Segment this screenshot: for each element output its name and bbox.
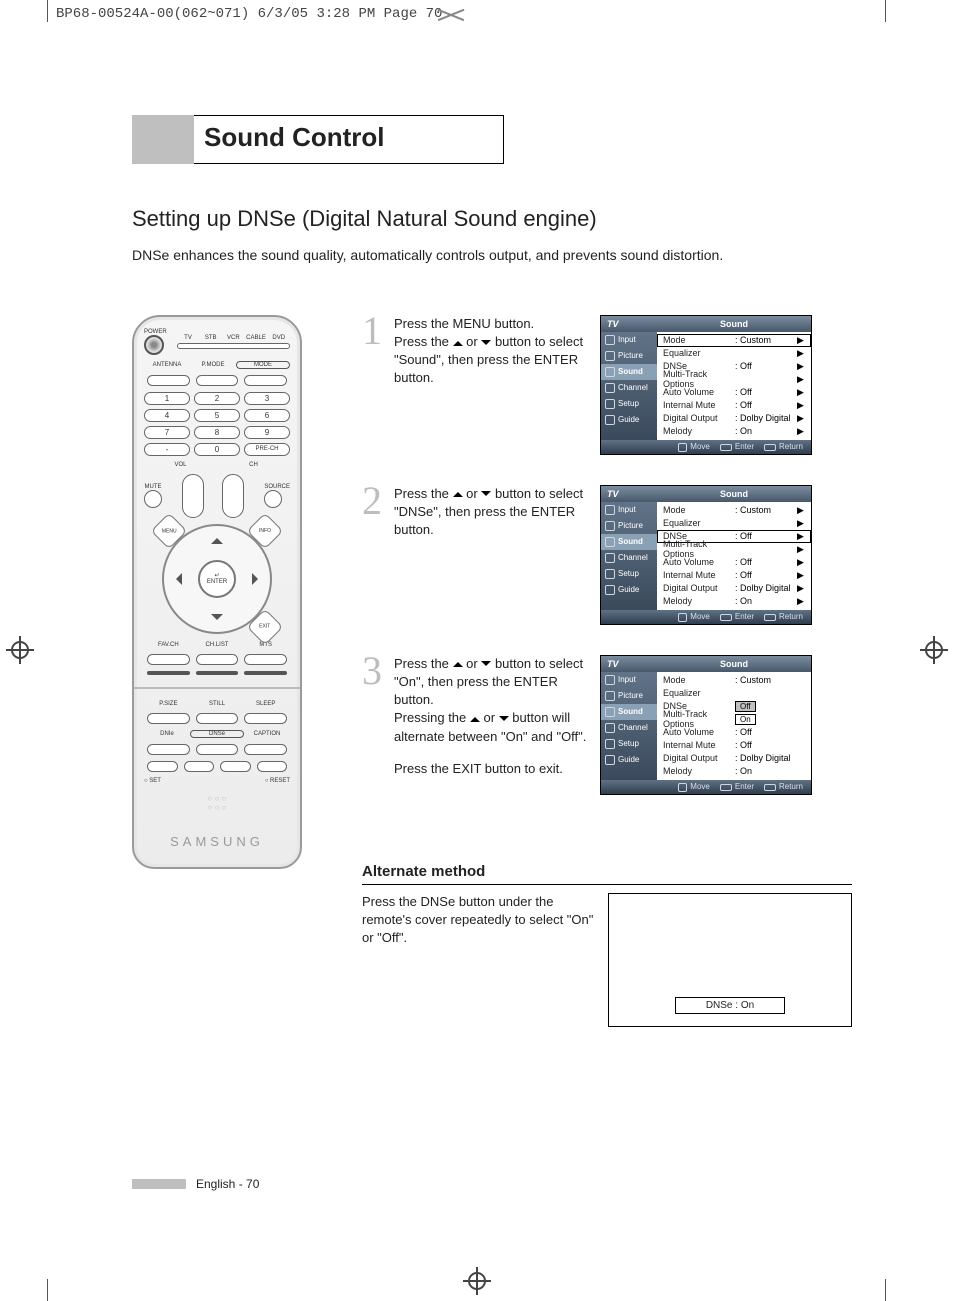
down-arrow-icon <box>481 340 491 350</box>
trim-guide <box>885 1279 886 1301</box>
mute-button <box>144 490 162 508</box>
osd-list: Mode: Custom▶ Equalizer▶ DNSe: Off▶ Mult… <box>657 332 811 440</box>
osd-panel-1: TVSound Input Picture Sound Channel Setu… <box>600 315 812 455</box>
keypad: 1 2 3 4 5 6 7 8 9 - 0 PRE-CH <box>144 392 290 456</box>
up-arrow-icon <box>453 487 463 497</box>
registration-mark-bottom <box>463 1267 491 1295</box>
down-arrow-icon <box>499 716 509 726</box>
section-subtitle: Setting up DNSe (Digital Natural Sound e… <box>132 206 822 232</box>
step-1: 1 Press the MENU button. Press the or bu… <box>362 315 852 455</box>
trim-guide <box>47 0 48 22</box>
print-fold-mark <box>440 8 462 26</box>
ch-rocker <box>222 474 244 518</box>
step-3: 3 Press the or button to select "On", th… <box>362 655 852 795</box>
dnse-status-chip: DNSe : On <box>675 997 785 1014</box>
footer-grey-block <box>132 1179 186 1189</box>
source-button <box>264 490 282 508</box>
step-number: 2 <box>362 485 388 517</box>
brand-logo: SAMSUNG <box>144 834 290 849</box>
down-arrow-icon <box>481 491 491 501</box>
up-arrow-icon <box>470 712 480 722</box>
down-arrow-icon <box>481 661 491 671</box>
up-arrow-icon <box>453 336 463 346</box>
step-text: Press the MENU button. Press the or butt… <box>394 315 594 388</box>
registration-mark-left <box>6 636 34 664</box>
mode-indicator-strip <box>177 343 290 349</box>
page-footer: English - 70 <box>132 1177 259 1191</box>
up-arrow-icon <box>453 657 463 667</box>
osd-panel-3: TVSound Input Picture Sound Channel Setu… <box>600 655 812 795</box>
chapter-title: Sound Control <box>194 115 504 164</box>
step-text: Press the or button to select "DNSe", th… <box>394 485 594 540</box>
page-number: English - 70 <box>196 1177 259 1191</box>
alternate-method-text: Press the DNSe button under the remote's… <box>362 893 594 948</box>
section-lead: DNSe enhances the sound quality, automat… <box>132 246 822 265</box>
step-number: 1 <box>362 315 388 347</box>
osd-side-tabs: Input Picture Sound Channel Setup Guide <box>601 332 657 440</box>
alternate-method-heading: Alternate method <box>362 863 852 885</box>
step-2: 2 Press the or button to select "DNSe", … <box>362 485 852 625</box>
registration-mark-right <box>920 636 948 664</box>
osd-panel-2: TVSound Input Picture Sound Channel Setu… <box>600 485 812 625</box>
step-number: 3 <box>362 655 388 687</box>
power-label: POWER <box>144 329 167 335</box>
chapter-title-bar: Sound Control <box>132 115 822 164</box>
remote-control-illustration: POWER TV STB VCR CABLE DVD <box>132 315 302 869</box>
print-job-header: BP68-00524A-00(062~071) 6/3/05 3:28 PM P… <box>56 6 442 22</box>
trim-guide <box>885 0 886 22</box>
step-text: Press the or button to select "On", then… <box>394 655 594 778</box>
dpad: MENU INFO EXIT ↵ ENTER <box>162 524 272 634</box>
vol-rocker <box>182 474 204 518</box>
osd-simple-panel: DNSe : On <box>608 893 852 1027</box>
power-button <box>144 335 164 355</box>
title-grey-block <box>132 115 194 164</box>
trim-guide <box>47 1279 48 1301</box>
enter-button: ↵ ENTER <box>198 560 236 598</box>
